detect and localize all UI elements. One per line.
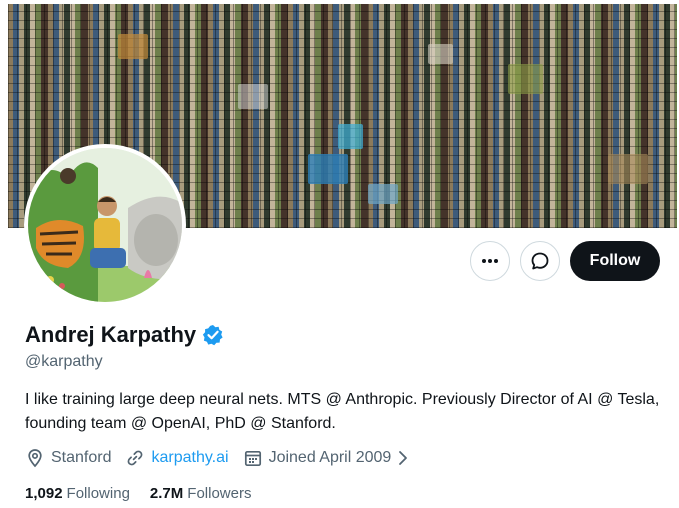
profile-actions: Follow	[470, 241, 660, 281]
profile-stats: 1,092 Following 2.7M Followers	[25, 485, 271, 502]
joined-item: Joined April 2009	[243, 448, 410, 468]
joined-text: Joined April 2009	[268, 449, 392, 466]
follow-button[interactable]: Follow	[570, 241, 660, 281]
profile-meta: Stanford karpathy.ai Joined April 2009	[25, 448, 423, 468]
profile-name-row: Andrej Karpathy	[25, 322, 224, 348]
website-item[interactable]: karpathy.ai	[125, 448, 229, 468]
followers-count: 2.7M	[149, 485, 184, 502]
more-options-button[interactable]	[470, 241, 510, 281]
link-icon	[128, 450, 143, 466]
location-text: Stanford	[51, 449, 112, 466]
message-bubble-icon	[531, 252, 549, 270]
profile-name: Andrej Karpathy	[25, 322, 197, 347]
verified-badge-icon[interactable]	[202, 324, 224, 346]
website-link[interactable]: karpathy.ai	[151, 449, 228, 467]
followers-label: Followers	[187, 485, 252, 502]
following-stat[interactable]: 1,092 Following	[25, 485, 130, 502]
location-pin-icon	[28, 449, 42, 468]
profile-avatar[interactable]	[24, 144, 186, 306]
avatar-illustration	[28, 148, 182, 302]
profile-bio: I like training large deep neural nets. …	[25, 391, 660, 432]
more-dots-icon	[482, 259, 498, 263]
location-item: Stanford	[25, 448, 111, 468]
profile-handle: @karpathy	[25, 353, 103, 370]
calendar-icon	[244, 450, 261, 467]
chevron-right-icon[interactable]	[397, 450, 409, 466]
message-button[interactable]	[520, 241, 560, 281]
following-label: Following	[66, 485, 130, 502]
followers-stat[interactable]: 2.7M Followers	[150, 485, 252, 502]
following-count: 1,092	[25, 485, 63, 502]
